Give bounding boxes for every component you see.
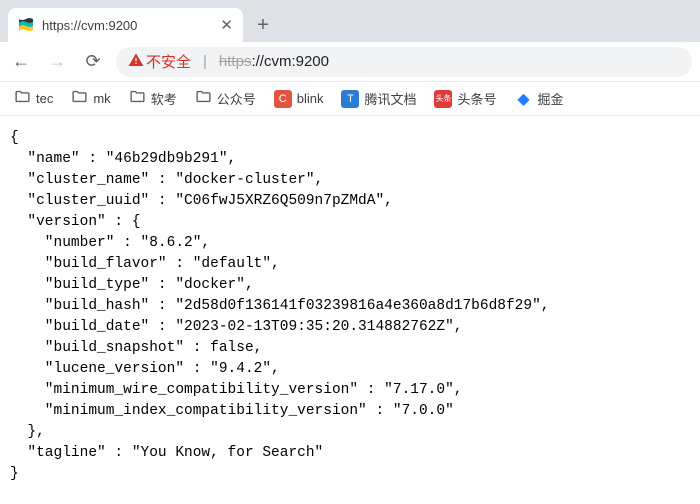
- close-icon[interactable]: ✕: [220, 16, 233, 34]
- bookmark-label: blink: [297, 91, 324, 106]
- response-body: { "name" : "46b29db9b291", "cluster_name…: [0, 116, 700, 497]
- bookmark-item[interactable]: 头条头条号: [428, 86, 502, 111]
- folder-icon: [195, 88, 212, 109]
- new-tab-button[interactable]: +: [249, 11, 277, 39]
- tab-strip: https://cvm:9200 ✕ +: [0, 0, 700, 42]
- folder-icon: [129, 88, 146, 109]
- back-button[interactable]: ←: [8, 51, 34, 72]
- bookmark-label: 软考: [151, 89, 177, 108]
- bookmark-label: 头条号: [457, 89, 496, 108]
- separator: |: [203, 53, 207, 70]
- bookmark-item[interactable]: 软考: [123, 85, 183, 112]
- url-scheme: https: [219, 53, 252, 70]
- elastic-favicon: [18, 17, 34, 33]
- bookmark-item[interactable]: mk: [65, 85, 116, 112]
- forward-button[interactable]: →: [44, 51, 70, 72]
- bookmark-label: 掘金: [538, 89, 564, 108]
- bookmark-label: mk: [93, 91, 110, 106]
- reload-button[interactable]: ⟳: [80, 51, 106, 72]
- bookmark-favicon: ◆: [515, 90, 533, 108]
- tab-title: https://cvm:9200: [42, 18, 212, 33]
- toolbar: ← → ⟳ 不安全 | https://cvm:9200: [0, 42, 700, 82]
- bookmark-label: 公众号: [217, 89, 256, 108]
- bookmark-label: tec: [36, 91, 53, 106]
- bookmark-item[interactable]: 公众号: [189, 85, 262, 112]
- bookmark-label: 腾讯文档: [364, 89, 416, 108]
- folder-icon: [71, 88, 88, 109]
- bookmark-favicon: T: [341, 90, 359, 108]
- bookmark-item[interactable]: T 腾讯文档: [335, 86, 422, 111]
- bookmark-item[interactable]: tec: [8, 85, 59, 112]
- not-secure-warning[interactable]: 不安全: [128, 51, 191, 72]
- bookmark-favicon: C: [274, 90, 292, 108]
- warning-icon: [128, 52, 144, 72]
- url-text: https://cvm:9200: [219, 53, 329, 70]
- bookmarks-bar: tec mk 软考 公众号 Cblink T 腾讯文档头条头条号 ◆ 掘金: [0, 82, 700, 116]
- bookmark-item[interactable]: ◆ 掘金: [509, 86, 570, 111]
- bookmark-item[interactable]: Cblink: [268, 87, 330, 111]
- bookmark-favicon: 头条: [434, 90, 452, 108]
- address-bar[interactable]: 不安全 | https://cvm:9200: [116, 47, 692, 77]
- browser-tab[interactable]: https://cvm:9200 ✕: [8, 8, 243, 42]
- url-host: //cvm:9200: [256, 53, 329, 70]
- folder-icon: [14, 88, 31, 109]
- not-secure-label: 不安全: [146, 51, 191, 72]
